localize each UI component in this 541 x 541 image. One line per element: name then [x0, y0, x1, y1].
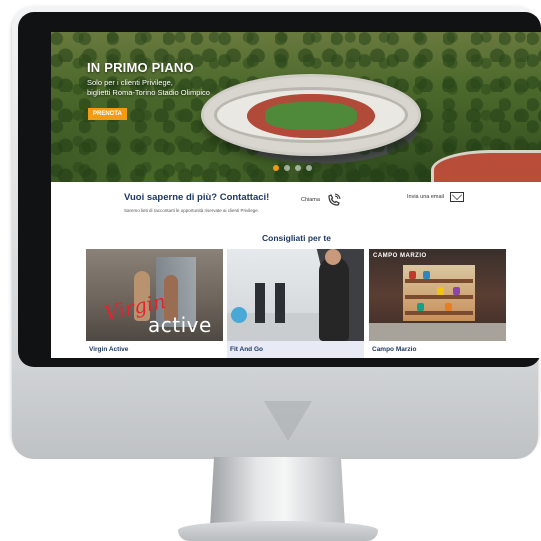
card-image-bag — [409, 271, 416, 279]
card-label: Virgin Active — [89, 346, 129, 353]
card-image-shelf — [405, 295, 473, 299]
card-image — [227, 249, 364, 341]
monitor-stand-neck — [210, 457, 345, 527]
book-button[interactable]: PRENOTA — [88, 108, 127, 120]
carousel-dots — [273, 165, 312, 171]
card-image-bag — [445, 303, 452, 311]
card-image-person — [319, 257, 349, 341]
mail-icon — [450, 192, 464, 202]
screen-bezel: IN PRIMO PIANO Solo per i clienti Privil… — [18, 12, 541, 367]
shop-sign: CAMPO MARZIO — [373, 253, 427, 259]
stadium-pitch — [265, 102, 357, 130]
card-image-bag — [417, 303, 424, 311]
phone-icon — [326, 192, 342, 208]
card-image-machine — [275, 283, 285, 323]
hero-title: IN PRIMO PIANO — [87, 60, 194, 75]
card-image-head — [325, 249, 341, 265]
carousel-dot[interactable] — [306, 165, 312, 171]
email-label: Invia una email — [407, 194, 444, 200]
card-image-shelf — [405, 279, 473, 283]
card-fit-and-go[interactable]: Fit And Go — [227, 249, 364, 358]
hero-banner[interactable]: IN PRIMO PIANO Solo per i clienti Privil… — [51, 32, 541, 182]
card-image: CAMPO MARZIO — [369, 249, 506, 341]
recommended-title: Consigliati per te — [262, 233, 331, 243]
card-label: Campo Marzio — [372, 346, 417, 353]
monitor: IN PRIMO PIANO Solo per i clienti Privil… — [12, 6, 541, 459]
card-image-ball — [231, 307, 247, 323]
active-logo: active — [148, 313, 212, 337]
card-campo-marzio[interactable]: CAMPO MARZIO Campo Marzio — [369, 249, 506, 358]
hero-subtitle-line1: Solo per i clienti Privilege, — [87, 78, 173, 87]
call-link[interactable]: Chiama — [301, 192, 342, 208]
card-image-machine — [255, 283, 265, 323]
card-image-shelf — [405, 311, 473, 315]
card-image-floor — [369, 323, 506, 341]
contact-subtitle: Saremo lieti di raccontarti le opportuni… — [124, 208, 260, 213]
email-link[interactable]: Invia una email — [407, 192, 464, 202]
carousel-dot[interactable] — [295, 165, 301, 171]
card-image-bag — [437, 287, 444, 295]
hero-subtitle-line2: biglietti Roma-Torino Stadio Olimpico — [87, 88, 210, 97]
card-image-bag — [423, 271, 430, 279]
card-label: Fit And Go — [227, 341, 364, 358]
carousel-dot[interactable] — [273, 165, 279, 171]
logo-mark — [264, 401, 312, 441]
carousel-dot[interactable] — [284, 165, 290, 171]
card-virgin-active[interactable]: Virgin active Virgin Active — [86, 249, 223, 358]
monitor-stand-base — [178, 521, 378, 541]
call-label: Chiama — [301, 197, 320, 203]
hero-subtitle: Solo per i clienti Privilege, biglietti … — [87, 78, 227, 98]
card-image-bag — [453, 287, 460, 295]
contact-title: Vuoi saperne di più? Contattaci! — [124, 192, 270, 203]
card-image: Virgin active — [86, 249, 223, 341]
website-screen: IN PRIMO PIANO Solo per i clienti Privil… — [51, 32, 541, 358]
